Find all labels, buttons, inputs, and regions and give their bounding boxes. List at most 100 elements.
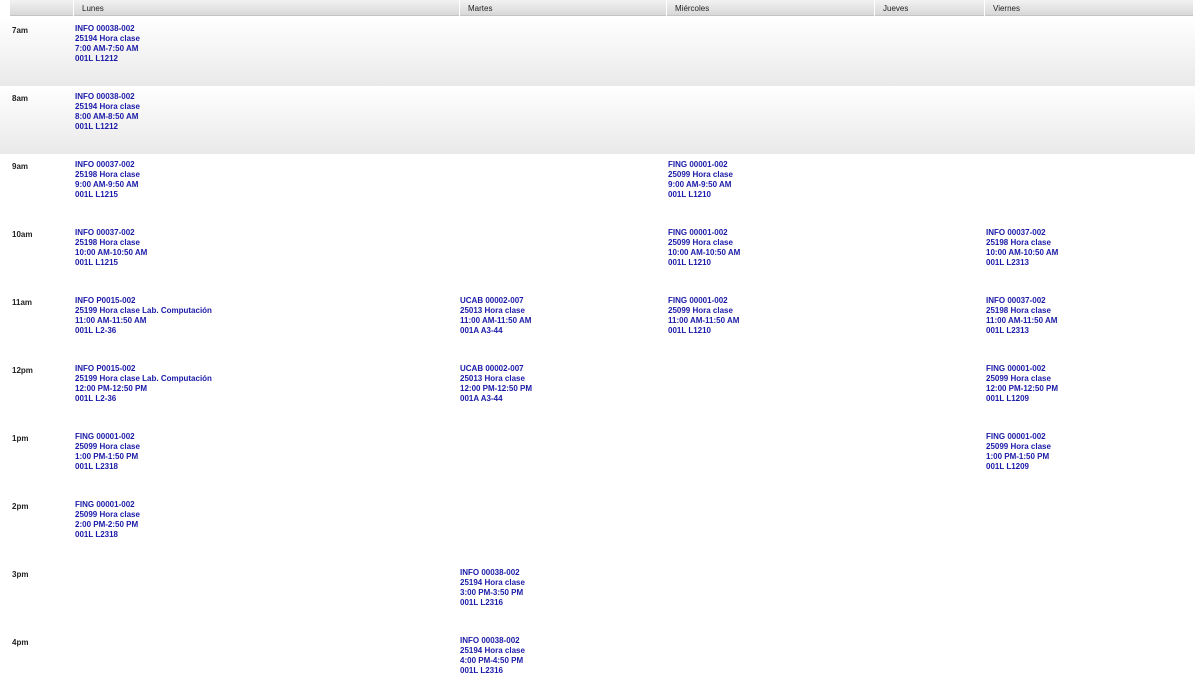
schedule-header: Lunes Martes Miércoles Jueves Viernes [0,0,1195,17]
class-entry-line: INFO 00038-002 [460,636,520,645]
class-entry-line: FING 00001-002 [668,296,728,305]
class-entry-line: 25199 Hora clase Lab. Computación [75,374,212,383]
class-entry-line: 25199 Hora clase Lab. Computación [75,306,212,315]
class-entry-link[interactable]: FING 00001-002 25099 Hora clase 1:00 PM-1:… [986,432,1051,472]
class-entry-line: 25198 Hora clase [986,238,1051,247]
class-entry-line: 001L L1212 [75,54,118,63]
class-entry-line: INFO 00037-002 [986,296,1046,305]
class-entry-line: 25194 Hora clase [460,646,525,655]
header-time-column [10,0,73,16]
class-entry-link[interactable]: INFO 00038-002 25194 Hora clase 7:00 AM-7:… [75,24,140,64]
class-entry-link[interactable]: INFO 00037-002 25198 Hora clase 10:00 AM-1… [986,228,1058,268]
class-entry-line: 25194 Hora clase [75,102,140,111]
class-entry-line: 001L L1215 [75,258,118,267]
class-entry-link[interactable]: INFO 00038-002 25194 Hora clase 8:00 AM-8:… [75,92,140,132]
class-entry-line: 25198 Hora clase [986,306,1051,315]
class-entry-line: INFO P0015-002 [75,364,136,373]
class-entry-line: INFO 00037-002 [75,160,135,169]
class-entry-link[interactable]: UCAB 00002-007 25013 Hora clase 11:00 AM-1… [460,296,531,336]
class-entry-line: 10:00 AM-10:50 AM [75,248,148,257]
class-entry-line: 001L L2318 [75,462,118,471]
class-entry-line: INFO 00037-002 [75,228,135,237]
class-entry-line: 001L L2313 [986,258,1029,267]
class-entry-line: 11:00 AM-11:50 AM [75,316,147,325]
schedule-row: 7am INFO 00038-002 25194 Hora clase 7:00 AM… [0,18,1195,86]
class-entry-line: INFO P0015-002 [75,296,136,305]
class-entry-line: 25099 Hora clase [986,442,1051,451]
class-entry-link[interactable]: INFO 00037-002 25198 Hora clase 11:00 AM-1… [986,296,1057,336]
class-entry-line: FING 00001-002 [668,160,728,169]
class-entry-line: 11:00 AM-11:50 AM [668,316,740,325]
class-entry-line: 001L L1215 [75,190,118,199]
class-entry-line: 25194 Hora clase [75,34,140,43]
class-entry-line: 001L L1210 [668,258,711,267]
schedule-row: 8am INFO 00038-002 25194 Hora clase 8:00 AM… [0,86,1195,154]
header-day: Jueves [875,0,984,16]
time-slot-label: 2pm [12,502,29,511]
class-entry-line: 7:00 AM-7:50 AM [75,44,139,53]
class-entry-line: 25099 Hora clase [668,238,733,247]
class-entry-line: 001L L2318 [75,530,118,539]
class-entry-link[interactable]: FING 00001-002 25099 Hora clase 12:00 PM-1… [986,364,1058,404]
class-entry-line: 8:00 AM-8:50 AM [75,112,139,121]
time-slot-label: 4pm [12,638,29,647]
class-entry-line: 001L L2316 [460,666,503,675]
class-entry-link[interactable]: FING 00001-002 25099 Hora clase 9:00 AM-9:… [668,160,733,200]
class-entry-line: 25099 Hora clase [75,442,140,451]
class-entry-line: INFO 00037-002 [986,228,1046,237]
class-entry-line: 10:00 AM-10:50 AM [986,248,1059,257]
class-entry-line: 001L L1210 [668,326,711,335]
class-entry-link[interactable]: FING 00001-002 25099 Hora clase 10:00 AM-1… [668,228,740,268]
class-entry-line: 12:00 PM-12:50 PM [460,384,533,393]
class-entry-link[interactable]: FING 00001-002 25099 Hora clase 11:00 AM-1… [668,296,739,336]
class-entry-link[interactable]: INFO 00038-002 25194 Hora clase 4:00 PM-4:… [460,636,525,676]
class-entry-link[interactable]: INFO P0015-002 25199 Hora clase Lab. Comp… [75,364,212,404]
header-day: Viernes [985,0,1193,16]
class-entry-line: 4:00 PM-4:50 PM [460,656,524,665]
class-entry-line: 001L L1210 [668,190,711,199]
time-slot-label: 7am [12,26,29,35]
schedule-row: 9am INFO 00037-002 25198 Hora clase 9:00 AM… [0,154,1195,222]
class-entry-link[interactable]: INFO P0015-002 25199 Hora clase Lab. Comp… [75,296,212,336]
schedule-row: 11am INFO P0015-002 25199 Hora clase Lab. … [0,290,1195,358]
class-entry-line: 001L L2-36 [75,394,117,403]
time-slot-label: 10am [12,230,33,239]
class-entry-line: 1:00 PM-1:50 PM [986,452,1050,461]
class-entry-line: 11:00 AM-11:50 AM [986,316,1058,325]
class-entry-line: 001L L1209 [986,394,1029,403]
class-entry-line: INFO 00038-002 [460,568,520,577]
header-day: Martes [460,0,666,16]
class-entry-line: 10:00 AM-10:50 AM [668,248,741,257]
class-entry-line: 001L L2313 [986,326,1029,335]
class-entry-line: 25099 Hora clase [986,374,1051,383]
schedule-row: 2pm FING 00001-002 25099 Hora clase 2:00 PM… [0,494,1195,562]
class-entry-line: 25099 Hora clase [75,510,140,519]
class-entry-line: 25198 Hora clase [75,170,140,179]
class-entry-line: 25198 Hora clase [75,238,140,247]
class-entry-line: 2:00 PM-2:50 PM [75,520,139,529]
class-entry-line: 001A A3-44 [460,326,503,335]
class-entry-link[interactable]: FING 00001-002 25099 Hora clase 1:00 PM-1:… [75,432,140,472]
class-entry-line: FING 00001-002 [668,228,728,237]
class-entry-line: UCAB 00002-007 [460,296,524,305]
class-entry-line: 001A A3-44 [460,394,503,403]
class-entry-line: 9:00 AM-9:50 AM [75,180,139,189]
header-day: Miércoles [667,0,874,16]
class-entry-link[interactable]: FING 00001-002 25099 Hora clase 2:00 PM-2:… [75,500,140,540]
class-entry-line: 001L L1209 [986,462,1029,471]
class-entry-line: FING 00001-002 [75,500,135,509]
class-entry-link[interactable]: UCAB 00002-007 25013 Hora clase 12:00 PM-1… [460,364,532,404]
time-slot-label: 1pm [12,434,29,443]
class-entry-link[interactable]: INFO 00037-002 25198 Hora clase 9:00 AM-9:… [75,160,140,200]
time-slot-label: 9am [12,162,29,171]
class-entry-link[interactable]: INFO 00038-002 25194 Hora clase 3:00 PM-3:… [460,568,525,608]
schedule-row: 12pm INFO P0015-002 25199 Hora clase Lab. … [0,358,1195,426]
class-entry-line: UCAB 00002-007 [460,364,524,373]
class-entry-line: 001L L2-36 [75,326,117,335]
class-entry-link[interactable]: INFO 00037-002 25198 Hora clase 10:00 AM-1… [75,228,147,268]
time-slot-label: 11am [12,298,33,307]
schedule-row: 4pm INFO 00038-002 25194 Hora clase 4:00 PM… [0,630,1195,698]
class-entry-line: 25013 Hora clase [460,306,525,315]
class-entry-line: 12:00 PM-12:50 PM [75,384,148,393]
class-entry-line: FING 00001-002 [75,432,135,441]
